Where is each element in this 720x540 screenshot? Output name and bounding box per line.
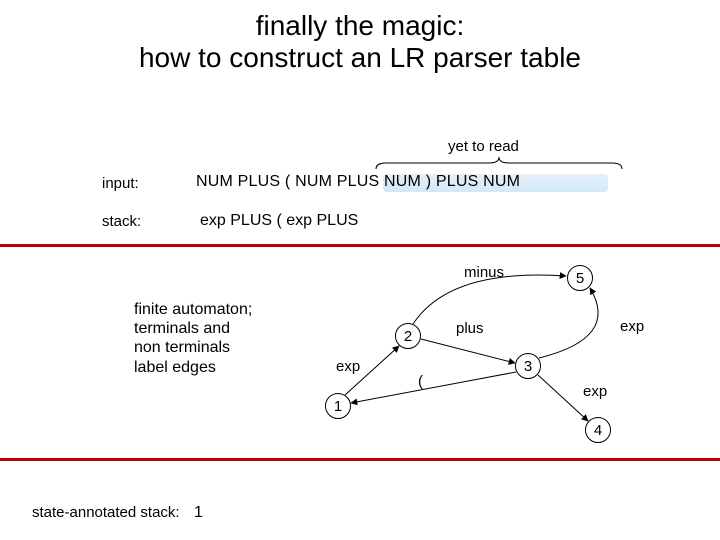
input-label: input: [102, 175, 139, 192]
stack-value: exp PLUS ( exp PLUS [200, 212, 358, 230]
state-5: 5 [567, 265, 593, 291]
state-1: 1 [325, 393, 351, 419]
edge-exp34: exp [583, 383, 607, 400]
automaton-note-l1: finite automaton; [134, 300, 252, 319]
edge-minus: minus [464, 264, 504, 281]
state-annotated-label: state-annotated stack: [32, 504, 180, 521]
yet-to-read-label: yet to read [448, 138, 519, 155]
edge-exp12: exp [336, 358, 360, 375]
title-line1: finally the magic: [0, 10, 720, 42]
state-4: 4 [585, 417, 611, 443]
state-annotated-value: 1 [194, 504, 203, 522]
edge-lparen: ( [418, 373, 423, 390]
automaton-note-l4: label edges [134, 358, 252, 377]
edge-plus: plus [456, 320, 484, 337]
input-value: NUM PLUS ( NUM PLUS NUM ) PLUS NUM [196, 173, 520, 191]
automaton-note: finite automaton; terminals and non term… [134, 300, 252, 377]
divider-bottom [0, 458, 720, 461]
title-line2: how to construct an LR parser table [0, 42, 720, 74]
edge-exp35: exp [620, 318, 644, 335]
state-2: 2 [395, 323, 421, 349]
automaton-note-l3: non terminals [134, 338, 252, 357]
brace-icon [376, 156, 622, 168]
divider-top [0, 244, 720, 247]
stack-label: stack: [102, 213, 141, 230]
automaton-note-l2: terminals and [134, 319, 252, 338]
state-3: 3 [515, 353, 541, 379]
automaton-diagram: 1 2 3 4 5 minus plus exp ( exp exp [300, 258, 700, 458]
